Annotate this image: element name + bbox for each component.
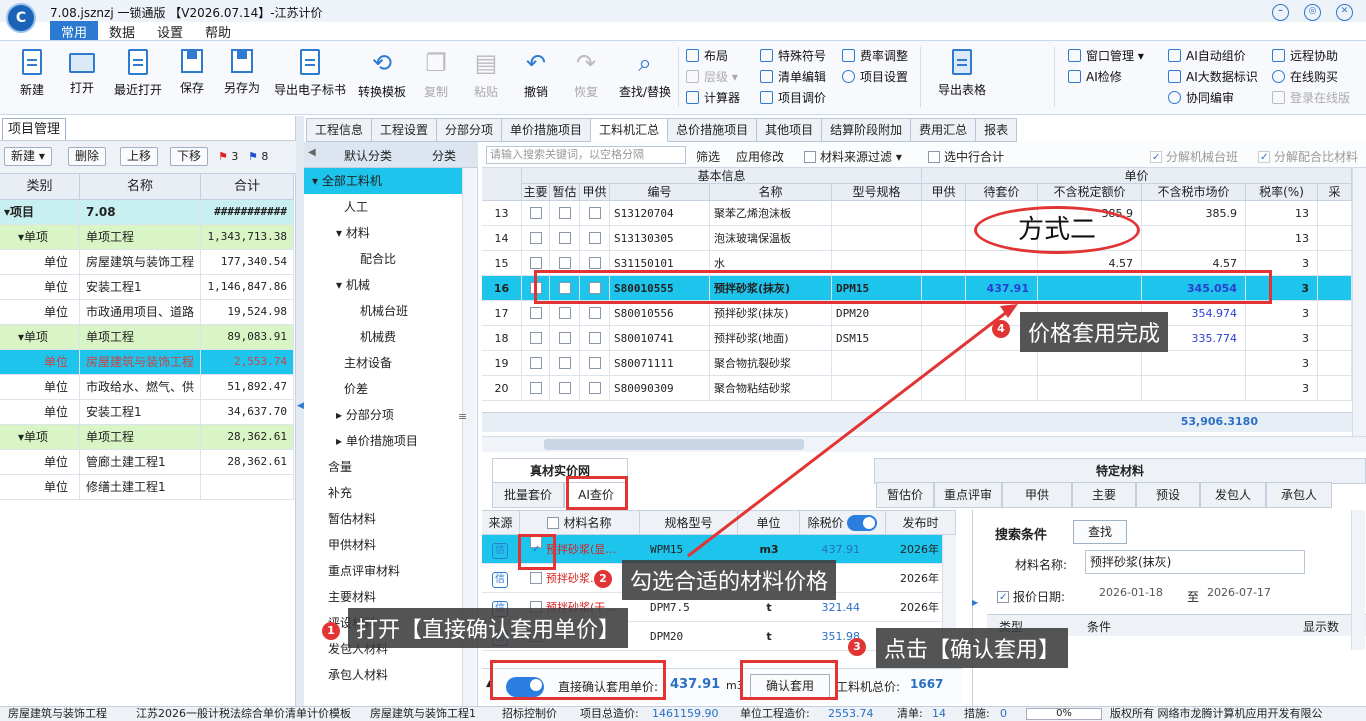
callout-price-done: 价格套用完成 <box>1020 312 1169 352</box>
callout-click-confirm: 点击【确认套用】 <box>876 628 1069 668</box>
step-3-badge: 3 <box>848 638 866 656</box>
step-1-badge: 1 <box>322 622 340 640</box>
step-2-badge: 2 <box>594 570 612 588</box>
annotation-arrow <box>687 304 1018 558</box>
step-4-badge: 4 <box>992 320 1010 338</box>
callout-open-direct: 打开【直接确认套用单价】 <box>348 608 629 648</box>
callout-select-price: 勾选合适的材料价格 <box>622 560 837 600</box>
